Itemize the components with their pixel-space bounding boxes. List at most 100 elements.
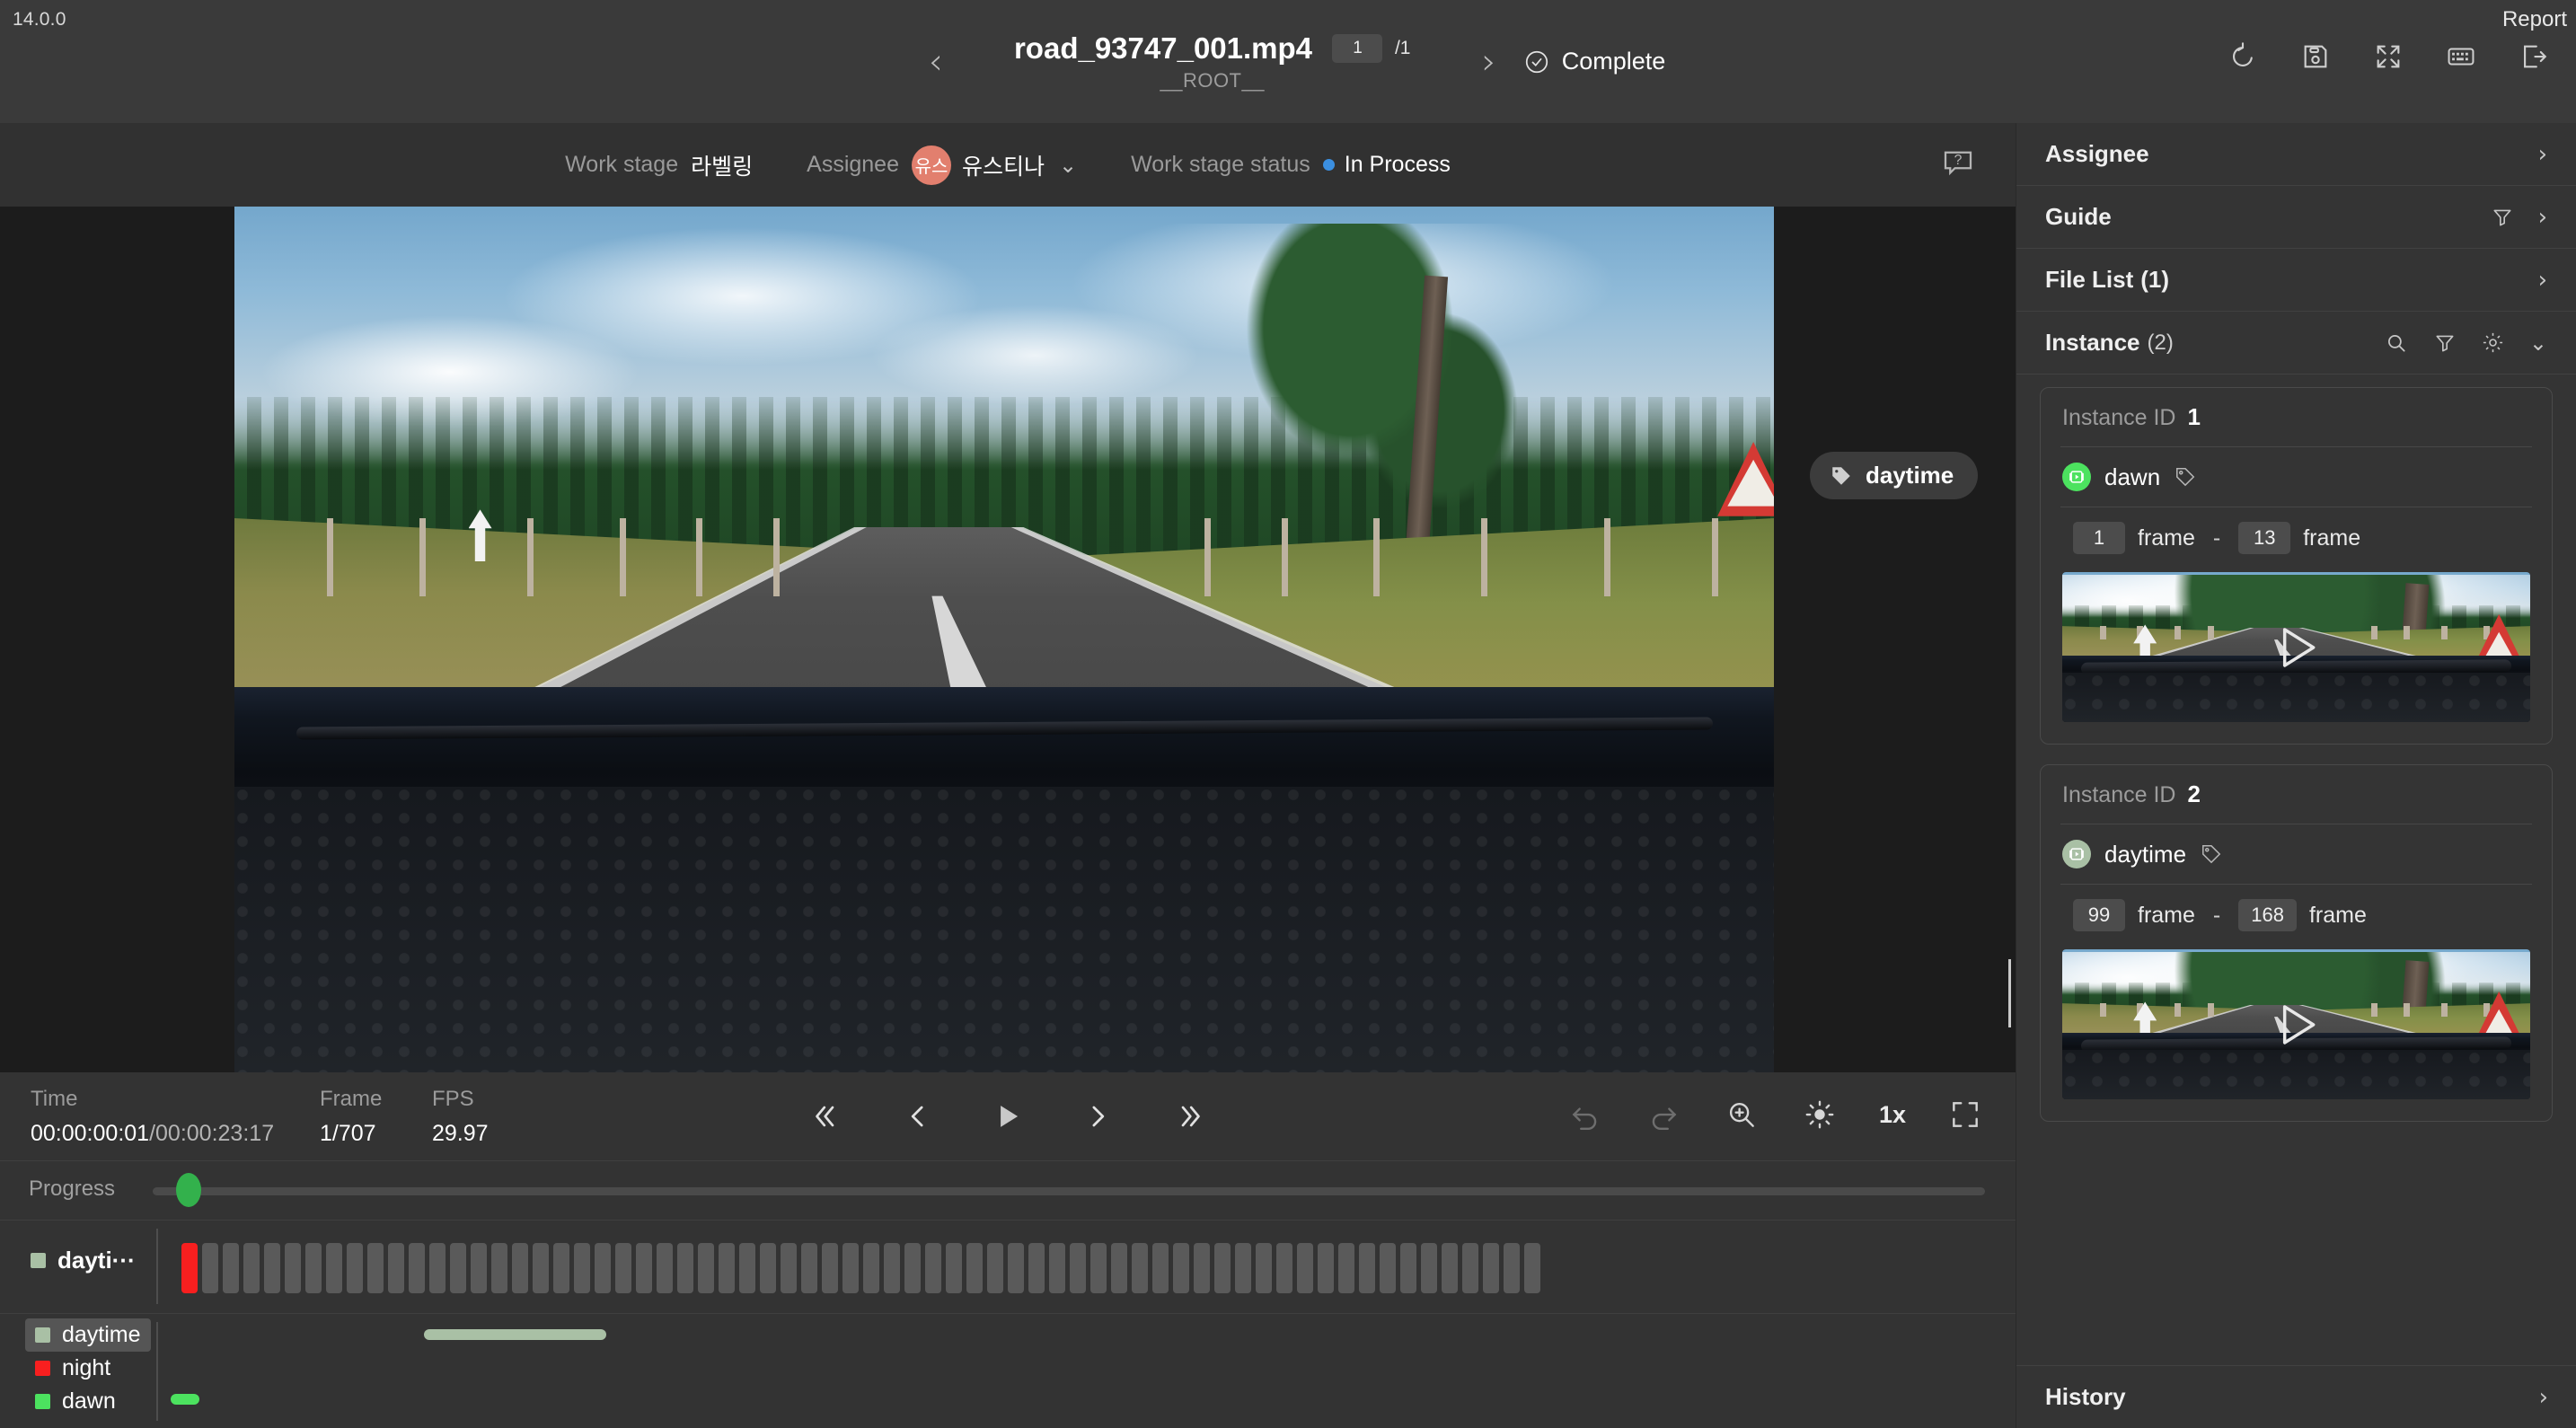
instance-card[interactable]: Instance ID 1 dawn 1 frame -13 frame bbox=[2040, 387, 2553, 745]
undo-icon[interactable] bbox=[1566, 1096, 1604, 1133]
frame-cell[interactable] bbox=[388, 1243, 404, 1293]
skip-forward-icon[interactable] bbox=[1167, 1096, 1208, 1137]
frame-cell[interactable] bbox=[739, 1243, 755, 1293]
gear-icon[interactable] bbox=[2481, 331, 2506, 356]
frame-cell[interactable] bbox=[1524, 1243, 1540, 1293]
chevron-down-icon[interactable]: ⌄ bbox=[2529, 331, 2547, 356]
frame-cell[interactable] bbox=[553, 1243, 569, 1293]
frame-cell[interactable] bbox=[574, 1243, 590, 1293]
frame-cell[interactable] bbox=[243, 1243, 260, 1293]
chevron-right-icon[interactable]: › bbox=[2538, 141, 2547, 168]
timeline-frame-cells[interactable] bbox=[181, 1243, 1540, 1293]
frame-cell[interactable] bbox=[1049, 1243, 1065, 1293]
zoom-in-icon[interactable] bbox=[1723, 1096, 1760, 1133]
frame-cell[interactable] bbox=[1297, 1243, 1313, 1293]
frame-cell[interactable] bbox=[1028, 1243, 1045, 1293]
prev-frame-icon[interactable] bbox=[897, 1096, 939, 1137]
timeline-lane-dawn[interactable] bbox=[171, 1394, 199, 1405]
page-number-input[interactable]: 1 bbox=[1332, 33, 1383, 63]
frame-cell[interactable] bbox=[285, 1243, 301, 1293]
frame-cell[interactable] bbox=[429, 1243, 446, 1293]
fullscreen-icon[interactable] bbox=[2373, 41, 2404, 72]
frame-cell[interactable] bbox=[925, 1243, 941, 1293]
frame-cell[interactable] bbox=[409, 1243, 425, 1293]
assignee-group[interactable]: Assignee 유스 유스티나 ⌄ bbox=[807, 145, 1077, 185]
frame-cell[interactable] bbox=[1235, 1243, 1251, 1293]
frame-cell[interactable] bbox=[987, 1243, 1003, 1293]
legend-item-dawn[interactable]: dawn bbox=[25, 1385, 151, 1418]
frame-cell[interactable] bbox=[966, 1243, 983, 1293]
frame-cell[interactable] bbox=[305, 1243, 322, 1293]
sidebar-item-guide[interactable]: Guide › bbox=[2016, 186, 2576, 249]
tag-icon[interactable] bbox=[2174, 465, 2197, 489]
legend-item-daytime[interactable]: daytime bbox=[25, 1318, 151, 1352]
start-frame-input[interactable]: 1 bbox=[2073, 522, 2125, 554]
play-icon[interactable] bbox=[2268, 619, 2325, 676]
instance-thumbnail[interactable] bbox=[2062, 949, 2530, 1099]
frame-cell[interactable] bbox=[1111, 1243, 1127, 1293]
chevron-right-icon[interactable]: › bbox=[2539, 1384, 2548, 1411]
frame-cell[interactable] bbox=[946, 1243, 962, 1293]
frame-cell[interactable] bbox=[1090, 1243, 1107, 1293]
timeline-track-name[interactable]: dayti··· bbox=[31, 1247, 136, 1274]
frame-cell[interactable] bbox=[533, 1243, 549, 1293]
frame-cell[interactable] bbox=[842, 1243, 859, 1293]
frame-cell[interactable] bbox=[347, 1243, 363, 1293]
end-frame-input[interactable]: 168 bbox=[2238, 899, 2297, 931]
frame-cell[interactable] bbox=[677, 1243, 693, 1293]
tag-icon[interactable] bbox=[2200, 842, 2223, 866]
play-icon[interactable] bbox=[2268, 996, 2325, 1053]
frame-cell[interactable] bbox=[1256, 1243, 1272, 1293]
frame-cell[interactable] bbox=[719, 1243, 735, 1293]
frame-cell[interactable] bbox=[1173, 1243, 1189, 1293]
frame-cell[interactable] bbox=[1483, 1243, 1499, 1293]
frame-cell[interactable] bbox=[450, 1243, 466, 1293]
video-viewer[interactable]: daytime bbox=[0, 207, 2016, 1072]
instance-card[interactable]: Instance ID 2 daytime 99 frame -168 frame bbox=[2040, 764, 2553, 1122]
frame-cell[interactable] bbox=[1008, 1243, 1024, 1293]
frame-cell[interactable] bbox=[1504, 1243, 1520, 1293]
skip-back-icon[interactable] bbox=[807, 1096, 849, 1137]
instance-class-row[interactable]: daytime bbox=[2041, 824, 2552, 884]
reset-icon[interactable] bbox=[2228, 41, 2258, 72]
frame-cell[interactable] bbox=[884, 1243, 900, 1293]
next-file-button[interactable]: › bbox=[1464, 44, 1514, 80]
prev-file-button[interactable]: ‹ bbox=[911, 44, 961, 80]
frame-cell[interactable] bbox=[863, 1243, 879, 1293]
frame-cell[interactable] bbox=[595, 1243, 611, 1293]
play-icon[interactable] bbox=[987, 1096, 1028, 1137]
sidebar-item-history[interactable]: History › bbox=[2016, 1365, 2576, 1428]
frame-cell[interactable] bbox=[1400, 1243, 1416, 1293]
instance-thumbnail[interactable] bbox=[2062, 572, 2530, 722]
timeline-lane-daytime[interactable] bbox=[424, 1329, 606, 1340]
frame-cell[interactable] bbox=[181, 1243, 198, 1293]
frame-cell[interactable] bbox=[781, 1243, 797, 1293]
instance-class-row[interactable]: dawn bbox=[2041, 447, 2552, 507]
frame-cell[interactable] bbox=[1276, 1243, 1292, 1293]
frame-cell[interactable] bbox=[1442, 1243, 1458, 1293]
progress-handle[interactable] bbox=[176, 1173, 201, 1207]
complete-button[interactable]: Complete bbox=[1523, 48, 1665, 75]
frame-cell[interactable] bbox=[904, 1243, 921, 1293]
frame-cell[interactable] bbox=[1338, 1243, 1354, 1293]
frame-cell[interactable] bbox=[1380, 1243, 1396, 1293]
save-icon[interactable] bbox=[2300, 41, 2331, 72]
frame-cell[interactable] bbox=[760, 1243, 776, 1293]
redo-icon[interactable] bbox=[1645, 1096, 1682, 1133]
legend-item-night[interactable]: night bbox=[25, 1352, 151, 1385]
end-frame-input[interactable]: 13 bbox=[2238, 522, 2291, 554]
frame-cell[interactable] bbox=[1214, 1243, 1231, 1293]
frame-cell[interactable] bbox=[1318, 1243, 1334, 1293]
frame-cell[interactable] bbox=[491, 1243, 507, 1293]
frame-cell[interactable] bbox=[326, 1243, 342, 1293]
frame-cell[interactable] bbox=[1421, 1243, 1437, 1293]
frame-cell[interactable] bbox=[202, 1243, 218, 1293]
sidebar-item-instance[interactable]: Instance (2) ⌄ bbox=[2016, 312, 2576, 375]
frame-cell[interactable] bbox=[1462, 1243, 1478, 1293]
chevron-right-icon[interactable]: › bbox=[2538, 267, 2547, 294]
frame-cell[interactable] bbox=[512, 1243, 528, 1293]
frame-cell[interactable] bbox=[1152, 1243, 1169, 1293]
chevron-down-icon[interactable]: ⌄ bbox=[1059, 153, 1077, 178]
frame-cell[interactable] bbox=[636, 1243, 652, 1293]
class-tag-badge[interactable]: daytime bbox=[1810, 452, 1979, 499]
